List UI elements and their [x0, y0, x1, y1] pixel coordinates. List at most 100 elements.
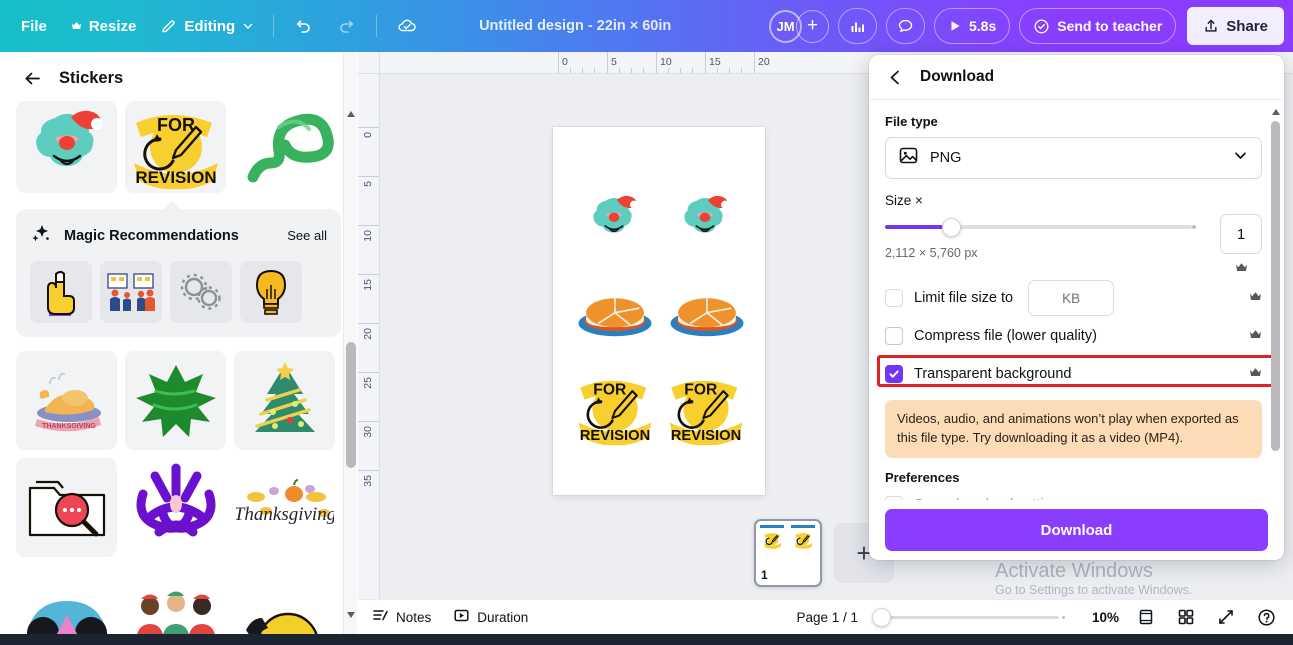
scroll-down-icon[interactable] [344, 607, 358, 623]
present-button[interactable]: 5.8s [934, 8, 1011, 44]
save-download-settings-row[interactable]: Save download settings [885, 487, 1262, 500]
ruler-tick: 5 [611, 56, 617, 68]
green-squiggle-sticker [247, 113, 334, 183]
magic-item-gears[interactable] [170, 261, 232, 323]
download-scroll-thumb[interactable] [1271, 121, 1280, 451]
analytics-button[interactable] [838, 8, 877, 44]
canvas-santa-face-1[interactable] [586, 194, 642, 246]
limit-file-size-row[interactable]: Limit file size to KB [885, 280, 1262, 316]
file-menu-button[interactable]: File [9, 9, 59, 43]
send-to-teacher-button[interactable]: Send to teacher [1019, 8, 1177, 44]
canvas-for-revision-1[interactable]: FOR REVISION [575, 372, 655, 445]
back-arrow-icon[interactable] [22, 68, 43, 89]
download-panel-header: Download [869, 55, 1284, 100]
file-type-select[interactable]: PNG [885, 137, 1262, 179]
sidebar-scroll-thumb[interactable] [346, 342, 356, 468]
size-slider-handle[interactable] [942, 217, 961, 237]
divider [273, 15, 275, 37]
zoom-track-end-dot [1062, 615, 1065, 619]
comment-button[interactable] [886, 8, 925, 44]
sticker-christmas-tree[interactable] [234, 351, 335, 450]
page-thumbnail-preview [760, 525, 815, 549]
editing-mode-button[interactable]: Editing [148, 9, 266, 43]
canvas-santa-face-2[interactable] [677, 194, 733, 246]
magic-item-lightbulb[interactable] [240, 261, 302, 323]
zoom-level-label: 10% [1091, 609, 1119, 625]
magic-item-pointing-finger[interactable] [30, 261, 92, 323]
sidebar-sticker-green-squiggle[interactable] [234, 101, 335, 193]
limit-file-size-checkbox[interactable] [885, 289, 903, 307]
sticker-folder-search[interactable] [16, 458, 117, 557]
compress-file-row[interactable]: Compress file (lower quality) [885, 318, 1262, 354]
sticker-blue-black-shape[interactable] [16, 565, 117, 645]
magic-recommendations-card: Magic Recommendations See all [16, 201, 341, 337]
ruler-tick: 15 [362, 279, 374, 291]
sticker-purple-squiggle[interactable] [125, 458, 226, 557]
pencil-icon [160, 18, 177, 35]
canvas-pie-plate-1[interactable] [577, 291, 653, 339]
crown-icon [1249, 327, 1262, 345]
sticker-thanksgiving-turkey[interactable]: THANKSGIVING [16, 351, 117, 450]
compress-file-checkbox[interactable] [885, 327, 903, 345]
fullscreen-icon[interactable] [1213, 604, 1239, 630]
page-thumbnail-1[interactable]: 1 [754, 519, 822, 587]
christmas-tree-sticker [254, 361, 315, 432]
download-panel-scrollbar[interactable] [1270, 105, 1281, 506]
limit-file-size-input[interactable]: KB [1028, 280, 1115, 316]
redo-button[interactable] [325, 9, 369, 43]
editing-label: Editing [184, 17, 236, 35]
add-collaborator-button[interactable]: + [796, 9, 829, 43]
zoom-slider[interactable] [872, 607, 1067, 627]
see-all-link[interactable]: See all [287, 228, 327, 243]
canvas-for-revision-2[interactable]: FOR REVISION [666, 372, 746, 445]
sidebar-scrollbar[interactable] [343, 52, 357, 645]
back-arrow-icon[interactable] [887, 69, 904, 86]
download-panel-title: Download [920, 68, 995, 85]
design-page[interactable]: FOR REVISION FOR REVISION [553, 127, 765, 495]
ruler-tick: 35 [362, 475, 374, 487]
sparkle-icon [30, 222, 52, 249]
size-multiplier-input[interactable]: 1 [1220, 214, 1262, 254]
scroll-up-icon[interactable] [1270, 105, 1281, 119]
redo-icon [337, 16, 357, 36]
share-button[interactable]: Share [1187, 7, 1284, 45]
transparent-background-row[interactable]: Transparent background [885, 356, 1262, 392]
zoom-slider-handle[interactable] [872, 607, 891, 627]
size-slider[interactable] [885, 214, 1204, 240]
svg-text:THANKSGIVING: THANKSGIVING [42, 423, 96, 430]
help-icon[interactable] [1253, 604, 1279, 630]
pointing-finger-sticker [47, 271, 75, 316]
magic-item-classroom[interactable] [100, 261, 162, 323]
sticker-thanksgiving-text[interactable]: Thanksgiving [234, 458, 335, 557]
thanksgiving-turkey-sticker: THANKSGIVING [34, 372, 101, 431]
undo-button[interactable] [281, 9, 325, 43]
ruler-tick: 25 [362, 377, 374, 389]
single-page-view-icon[interactable] [1133, 604, 1159, 630]
transparent-background-checkbox[interactable] [885, 365, 903, 383]
ruler-tick: 30 [362, 426, 374, 438]
cloud-saved-button[interactable] [384, 9, 430, 43]
svg-text:FOR: FOR [157, 115, 195, 135]
notes-button[interactable]: Notes [372, 607, 431, 627]
sticker-christmas-people[interactable] [125, 565, 226, 645]
top-right-actions: JM + 5.8s Send to teacher Share [769, 7, 1284, 45]
present-duration-label: 5.8s [969, 18, 997, 34]
santa-face-sticker [35, 110, 103, 166]
download-panel-body: File type PNG Size × 2,112 × 5,760 px 1 … [869, 100, 1284, 500]
crown-icon [1249, 289, 1262, 307]
duration-button[interactable]: Duration [453, 607, 528, 627]
transparent-background-label: Transparent background [914, 366, 1072, 382]
sticker-yellow-ball[interactable] [234, 565, 335, 645]
canvas-pie-plate-2[interactable] [669, 291, 745, 339]
notes-icon [372, 607, 389, 627]
resize-button[interactable]: Resize [59, 9, 149, 43]
design-title[interactable]: Untitled design - 22in × 60in [479, 18, 671, 34]
sticker-green-burst[interactable] [125, 351, 226, 450]
scroll-up-icon[interactable] [344, 106, 358, 122]
sidebar-sticker-santa-face[interactable] [16, 101, 117, 193]
chevron-down-icon [242, 20, 254, 32]
download-button[interactable]: Download [885, 509, 1268, 551]
sidebar-sticker-for-revision[interactable]: FOR REVISION [125, 101, 226, 193]
grid-view-icon[interactable] [1173, 604, 1199, 630]
duration-label: Duration [477, 609, 529, 625]
